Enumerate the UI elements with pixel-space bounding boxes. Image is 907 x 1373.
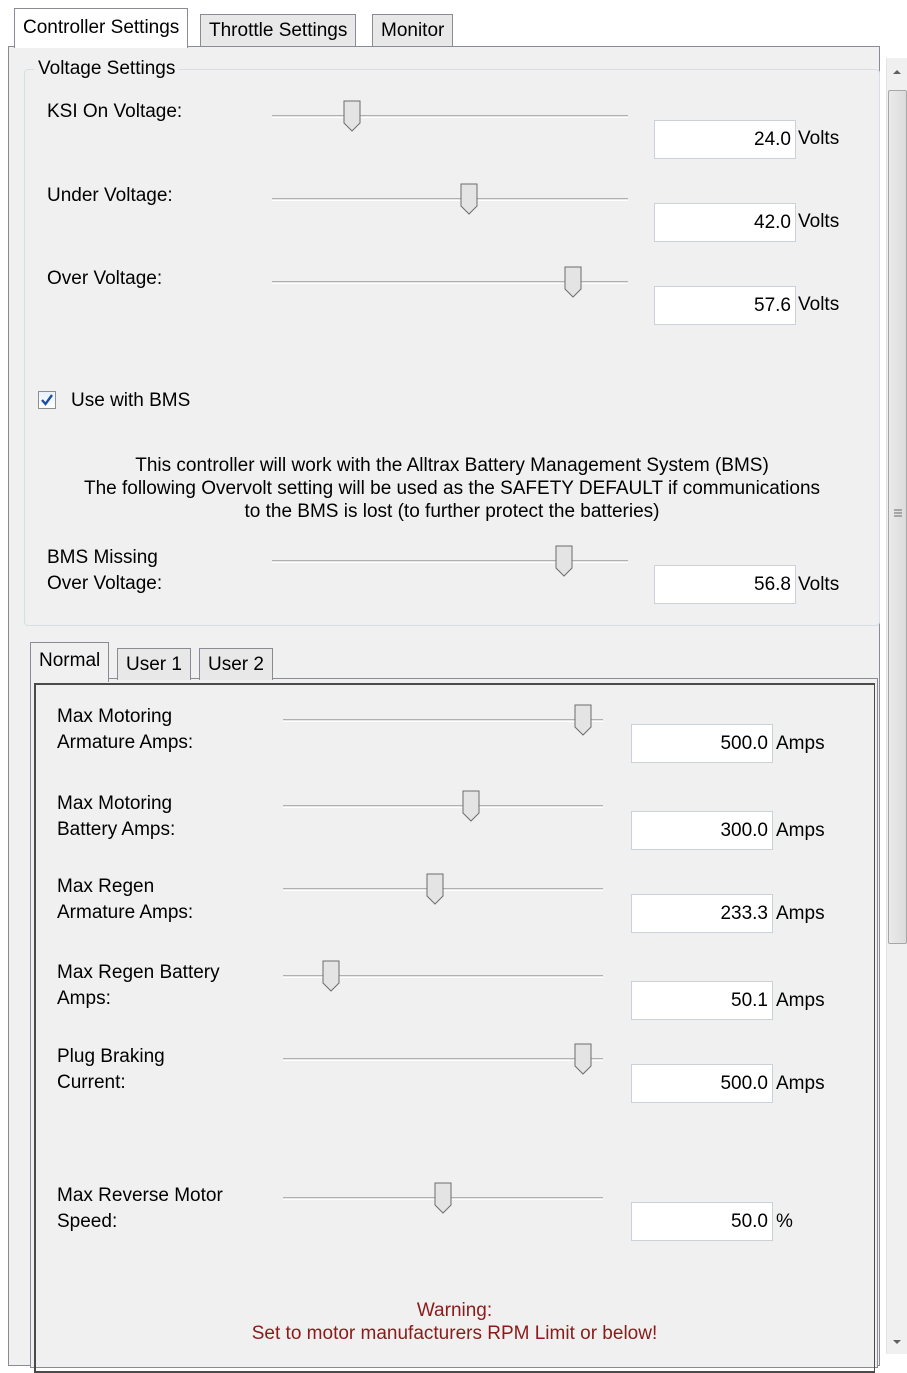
over-voltage-input[interactable]: 57.6 [654,286,796,325]
scroll-down-arrow-icon[interactable] [892,1338,902,1346]
max-regen-armature-unit: Amps [776,903,825,924]
max-reverse-speed-slider[interactable] [283,1182,603,1222]
over-voltage-label: Over Voltage: [47,268,163,289]
over-voltage-unit: Volts [798,294,840,315]
plug-braking-label-line-1: Plug Braking [57,1046,165,1067]
max-regen-armature-label-line-1: Max Regen [57,876,155,897]
grip-icon [894,509,902,517]
slider-thumb[interactable] [322,960,340,992]
tab-user-2[interactable]: User 2 [199,648,273,680]
bms-missing-over-voltage-input[interactable]: 56.8 [654,565,796,604]
max-motoring-battery-input[interactable]: 300.0 [631,811,773,850]
plug-braking-label-line-2: Current: [57,1072,126,1093]
bms-missing-over-voltage-slider[interactable] [272,545,628,585]
under-voltage-slider[interactable] [272,183,628,223]
max-motoring-armature-slider[interactable] [283,704,603,744]
slider-thumb[interactable] [555,545,573,577]
use-with-bms-checkbox[interactable] [38,391,56,409]
profile-panel-frame [34,683,875,1373]
scroll-up-arrow-icon[interactable] [892,68,902,76]
tab-user-1[interactable]: User 1 [117,648,191,680]
slider-thumb[interactable] [343,100,361,132]
bms-missing-over-voltage-unit: Volts [798,574,840,595]
max-regen-battery-unit: Amps [776,990,825,1011]
plug-braking-slider[interactable] [283,1043,603,1083]
ksi-on-voltage-unit: Volts [798,128,840,149]
tab-monitor[interactable]: Monitor [372,14,454,46]
slider-thumb[interactable] [434,1182,452,1214]
max-motoring-armature-label-line-2: Armature Amps: [57,732,194,753]
bms-description-line-2: The following Overvolt setting will be u… [83,478,821,499]
bms-missing-label-line-1: BMS Missing [47,547,158,568]
under-voltage-input[interactable]: 42.0 [654,203,796,242]
use-with-bms-label: Use with BMS [71,390,191,411]
max-regen-battery-label-line-1: Max Regen Battery [57,962,220,983]
slider-thumb[interactable] [462,790,480,822]
plug-braking-input[interactable]: 500.0 [631,1064,773,1103]
max-regen-armature-input[interactable]: 233.3 [631,894,773,933]
warning-title: Warning: [416,1300,493,1321]
max-motoring-armature-input[interactable]: 500.0 [631,724,773,763]
warning-message: Set to motor manufacturers RPM Limit or … [251,1323,658,1344]
max-regen-armature-label-line-2: Armature Amps: [57,902,194,923]
bms-description-line-3: to the BMS is lost (to further protect t… [244,501,660,522]
max-reverse-speed-unit: % [776,1211,793,1232]
tab-throttle-settings[interactable]: Throttle Settings [200,14,357,46]
max-reverse-speed-label-line-2: Speed: [57,1211,118,1232]
tab-normal[interactable]: Normal [30,642,110,682]
max-motoring-battery-unit: Amps [776,820,825,841]
ksi-on-voltage-slider[interactable] [272,100,628,140]
tab-strip: Controller Settings Throttle Settings Mo… [0,0,907,50]
max-regen-battery-label-line-2: Amps: [57,988,111,1009]
plug-braking-unit: Amps [776,1073,825,1094]
ksi-on-voltage-label: KSI On Voltage: [47,101,183,122]
max-reverse-speed-label-line-1: Max Reverse Motor [57,1185,223,1206]
bms-description-line-1: This controller will work with the Alltr… [135,455,769,476]
max-motoring-battery-label-line-2: Battery Amps: [57,819,176,840]
checkmark-icon [41,394,53,406]
under-voltage-label: Under Voltage: [47,185,173,206]
bms-missing-label-line-2: Over Voltage: [47,573,163,594]
scrollbar-thumb[interactable] [888,90,907,944]
max-reverse-speed-input[interactable]: 50.0 [631,1202,773,1241]
voltage-settings-title: Voltage Settings [34,57,180,81]
max-motoring-battery-label-line-1: Max Motoring [57,793,173,814]
max-motoring-armature-unit: Amps [776,733,825,754]
slider-thumb[interactable] [574,1043,592,1075]
slider-thumb[interactable] [574,704,592,736]
max-regen-armature-slider[interactable] [283,873,603,913]
ksi-on-voltage-input[interactable]: 24.0 [654,120,796,159]
vertical-scrollbar[interactable] [886,58,907,1354]
slider-thumb[interactable] [426,873,444,905]
under-voltage-unit: Volts [798,211,840,232]
over-voltage-slider[interactable] [272,266,628,306]
max-regen-battery-input[interactable]: 50.1 [631,981,773,1020]
slider-thumb[interactable] [460,183,478,215]
max-regen-battery-slider[interactable] [283,960,603,1000]
max-motoring-armature-label-line-1: Max Motoring [57,706,173,727]
slider-thumb[interactable] [564,266,582,298]
max-motoring-battery-slider[interactable] [283,790,603,830]
tab-controller-settings[interactable]: Controller Settings [14,8,189,48]
